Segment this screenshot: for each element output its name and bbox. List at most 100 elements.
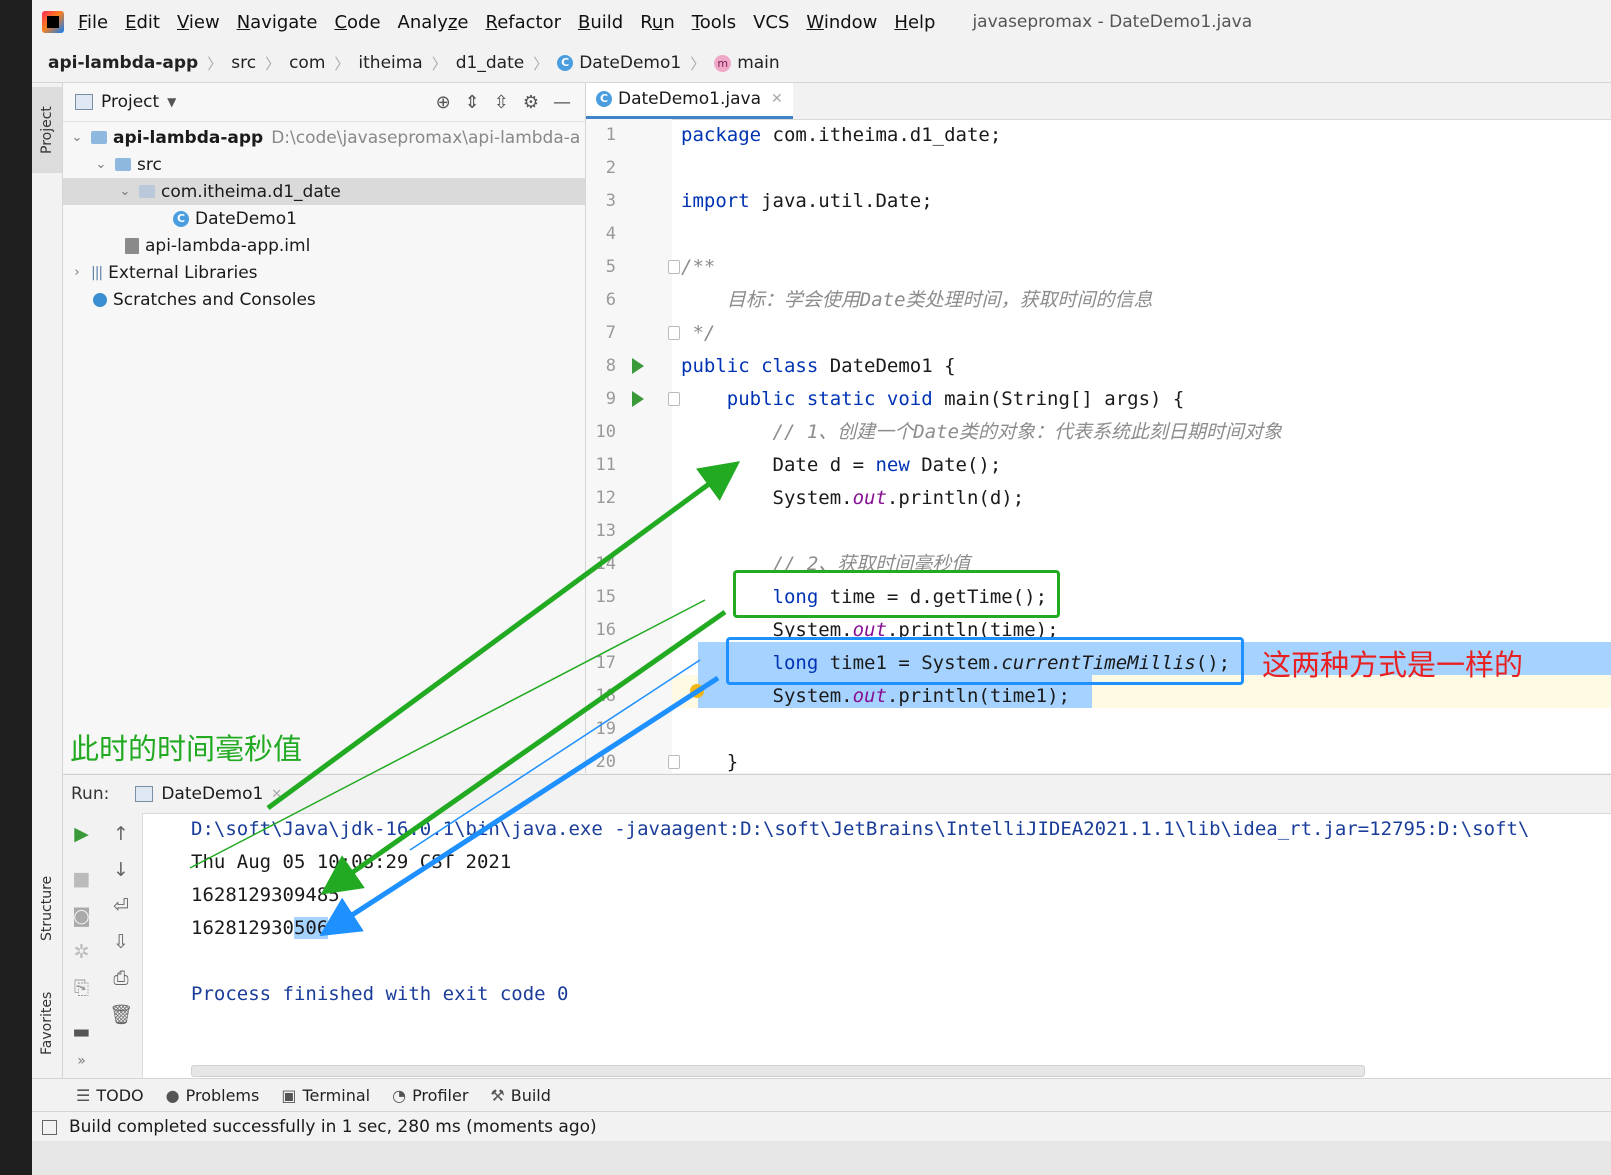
project-panel-title[interactable]: Project	[101, 92, 159, 112]
line-number: 14	[595, 554, 616, 574]
hide-panel-icon[interactable]: —	[553, 92, 571, 113]
breadcrumb-item-itheima[interactable]: itheima	[358, 53, 422, 73]
bottom-tab-terminal[interactable]: ▣ Terminal	[281, 1086, 370, 1105]
code-line: 10 // 1、创建一个Date类的对象：代表系统此刻日期时间对象	[586, 416, 1611, 449]
chevron-down-icon[interactable]: ▼	[167, 95, 176, 109]
tree-item-iml[interactable]: api-lambda-app.iml	[63, 232, 585, 259]
bottom-tab-problems[interactable]: ● Problems	[166, 1086, 260, 1105]
status-message: Build completed successfully in 1 sec, 2…	[69, 1117, 597, 1137]
camera-icon[interactable]: ◙	[63, 905, 100, 927]
code-line: 8 public class DateDemo1 {	[586, 350, 1611, 383]
bottom-tab-label: Problems	[185, 1086, 260, 1105]
code-line: 6 目标：学会使用Date类处理时间，获取时间的信息	[586, 284, 1611, 317]
breadcrumb-item-com[interactable]: com	[289, 53, 325, 73]
status-toggle-icon[interactable]	[42, 1119, 57, 1135]
breadcrumb-method-label: main	[737, 53, 780, 73]
fold-icon[interactable]	[668, 260, 680, 274]
line-number: 9	[605, 389, 616, 409]
side-tab-structure[interactable]: Structure	[32, 863, 62, 953]
menu-build[interactable]: Build	[578, 12, 623, 33]
run-toolbar-right: ↑ ↓ ⏎ ⇩ ⎙ 🗑	[100, 813, 143, 1079]
fold-icon[interactable]	[668, 755, 680, 769]
locate-icon[interactable]: ⊕	[436, 92, 451, 113]
more-icon[interactable]: »	[63, 1053, 100, 1069]
collapse-all-icon[interactable]: ⇳	[494, 92, 509, 113]
bottom-tab-todo[interactable]: ☰ TODO	[76, 1086, 144, 1105]
gear-icon[interactable]: ⚙	[523, 92, 539, 113]
print-icon[interactable]: ⎙	[100, 967, 142, 989]
breadcrumb-item-d1-date[interactable]: d1_date	[456, 53, 524, 73]
tree-item-module[interactable]: ⌄ api-lambda-app D:\code\javasepromax\ap…	[63, 124, 585, 151]
console-icon	[135, 786, 154, 802]
scroll-to-end-icon[interactable]: ⇩	[100, 931, 142, 953]
rerun-icon[interactable]: ▶	[63, 823, 100, 845]
arrow-up-icon[interactable]: ↑	[100, 823, 142, 845]
tree-item-class[interactable]: C DateDemo1	[63, 205, 585, 232]
bottom-tab-build[interactable]: ⚒ Build	[490, 1086, 551, 1105]
console-scrollbar[interactable]	[191, 1065, 1365, 1077]
menu-vcs[interactable]: VCS	[753, 12, 789, 33]
stop-icon[interactable]: ■	[63, 868, 100, 890]
settings-icon[interactable]: ✲	[63, 941, 100, 963]
code-text: }	[681, 751, 739, 773]
chevron-down-icon[interactable]: ⌄	[93, 157, 109, 172]
soft-wrap-icon[interactable]: ⏎	[100, 895, 142, 917]
chevron-right-icon[interactable]: ›	[69, 265, 85, 280]
console-exit-line: Process finished with exit code 0	[191, 983, 569, 1005]
run-panel: Run: DateDemo1 ✕ ▶ ■ ◙ ✲ ⎘ ▬ » ↑ ↓ ⏎ ⇩ ⎙…	[63, 774, 1611, 1079]
fold-icon[interactable]	[668, 392, 680, 406]
bottom-tab-label: Profiler	[412, 1086, 469, 1105]
chevron-down-icon[interactable]: ⌄	[69, 130, 85, 145]
console-output[interactable]: D:\soft\Java\jdk-16.0.1\bin\java.exe -ja…	[191, 813, 1611, 1079]
tab-label: DateDemo1.java	[618, 89, 761, 109]
fold-icon[interactable]	[668, 326, 680, 340]
menu-help[interactable]: Help	[894, 12, 935, 33]
tree-item-label: api-lambda-app.iml	[145, 235, 311, 256]
tree-item-package[interactable]: ⌄ com.itheima.d1_date	[63, 178, 585, 205]
code-text: public static void main(String[] args) {	[726, 388, 1185, 410]
code-text: Date d = new Date();	[681, 454, 1002, 476]
trash-icon[interactable]: 🗑	[100, 1003, 142, 1026]
close-icon[interactable]: ✕	[771, 91, 783, 107]
side-tab-favorites[interactable]: Favorites	[32, 978, 62, 1068]
tree-item-src[interactable]: ⌄ src	[63, 151, 585, 178]
line-number: 4	[605, 224, 616, 244]
code-line: 7 */	[586, 317, 1611, 350]
menu-edit[interactable]: Edit	[125, 12, 160, 33]
menu-tools[interactable]: Tools	[692, 12, 736, 33]
side-tab-project[interactable]: Project	[32, 87, 62, 173]
code-line: 4	[586, 218, 1611, 251]
breadcrumb-separator-icon: 〉	[431, 54, 447, 73]
tab-datedemo1[interactable]: C DateDemo1.java ✕	[586, 83, 793, 119]
class-icon: C	[557, 55, 574, 71]
breadcrumb-item-src[interactable]: src	[231, 53, 256, 73]
line-number: 16	[595, 620, 616, 640]
code-line: 12 System.out.println(d);	[586, 482, 1611, 515]
menu-run[interactable]: Run	[640, 12, 675, 33]
blue-highlight-box	[726, 637, 1244, 685]
menu-refactor[interactable]: Refactor	[485, 12, 561, 33]
scratches-icon	[93, 292, 107, 307]
menu-view[interactable]: View	[177, 12, 220, 33]
tree-item-libraries[interactable]: › ||| External Libraries	[63, 259, 585, 286]
close-icon[interactable]: ✕	[271, 787, 282, 802]
code-text: // 1、创建一个Date类的对象：代表系统此刻日期时间对象	[681, 421, 1283, 443]
arrow-down-icon[interactable]: ↓	[100, 859, 142, 881]
menu-analyze[interactable]: Analyze	[398, 12, 469, 33]
tree-item-scratches[interactable]: Scratches and Consoles	[63, 286, 585, 313]
menu-navigate[interactable]: Navigate	[237, 12, 318, 33]
breadcrumb-item-project[interactable]: api-lambda-app	[48, 53, 198, 73]
layout-icon[interactable]: ▬	[63, 1021, 100, 1043]
menu-file[interactable]: File	[78, 12, 108, 33]
run-tab-label[interactable]: DateDemo1	[161, 784, 263, 804]
breadcrumb-item-class[interactable]: C DateDemo1	[557, 53, 681, 73]
chevron-down-icon[interactable]: ⌄	[117, 184, 133, 199]
restore-layout-icon[interactable]: ⎘	[63, 977, 100, 999]
run-gutter-icon[interactable]	[632, 391, 644, 407]
expand-all-icon[interactable]: ⇕	[465, 92, 480, 113]
menu-code[interactable]: Code	[334, 12, 380, 33]
menu-window[interactable]: Window	[806, 12, 877, 33]
breadcrumb-item-method[interactable]: m main	[714, 53, 780, 73]
run-gutter-icon[interactable]	[632, 358, 644, 374]
bottom-tab-profiler[interactable]: ◔ Profiler	[392, 1086, 468, 1105]
